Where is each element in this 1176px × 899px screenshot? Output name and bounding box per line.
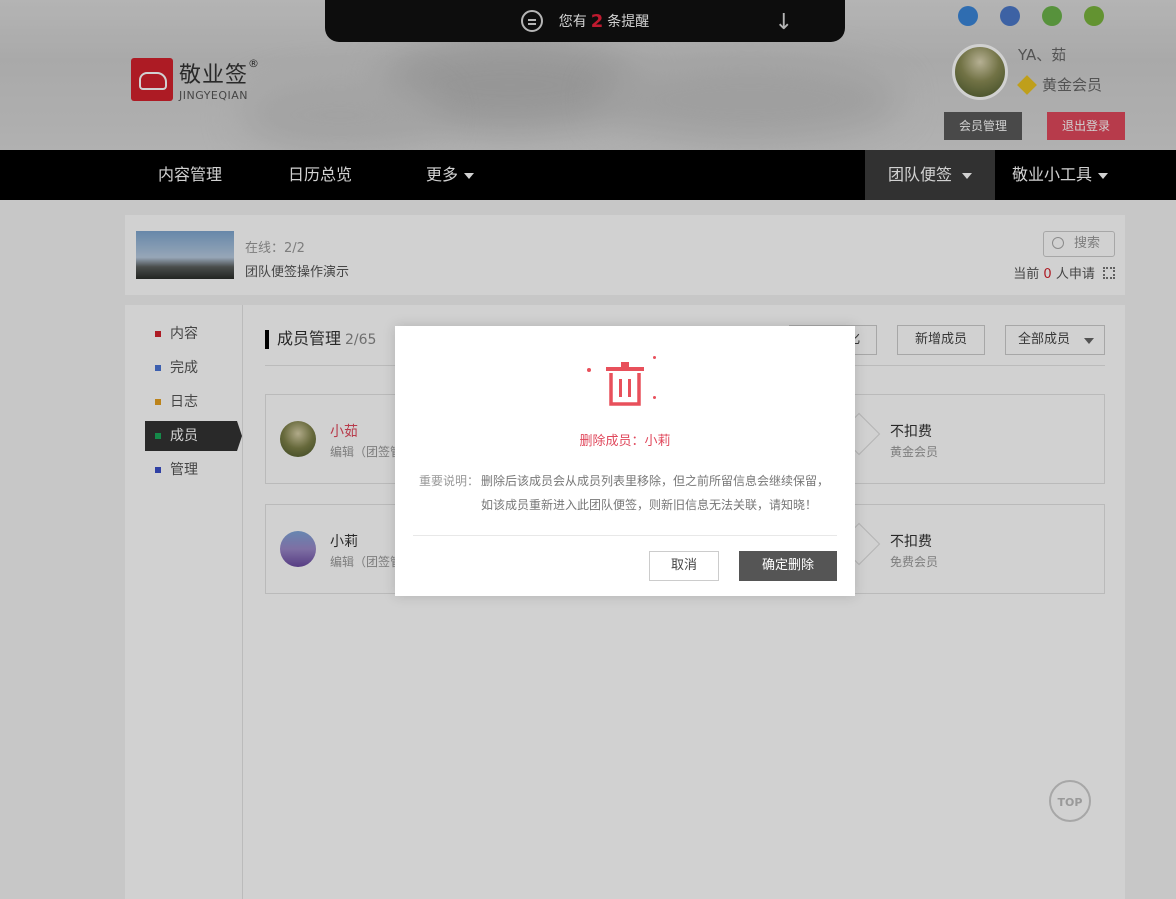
decoration-dot [653, 396, 656, 399]
trash-icon [604, 360, 646, 408]
decoration-dot [653, 356, 656, 359]
note-line-1: 删除后该成员会从成员列表里移除，但之前所留信息会继续保留， [481, 474, 830, 488]
delete-member-dialog: 删除成员：小莉 重要说明： 删除后该成员会从成员列表里移除，但之前所留信息会继续… [395, 326, 855, 596]
dialog-divider [413, 535, 837, 536]
decoration-dot [587, 368, 591, 372]
note-label: 重要说明： [419, 474, 480, 488]
cancel-button[interactable]: 取消 [649, 551, 719, 581]
confirm-delete-button[interactable]: 确定删除 [739, 551, 837, 581]
dialog-title: 删除成员：小莉 [579, 434, 671, 449]
note-line-2: 如该成员重新进入此团队便签，则新旧信息无法关联，请知晓！ [481, 498, 818, 512]
